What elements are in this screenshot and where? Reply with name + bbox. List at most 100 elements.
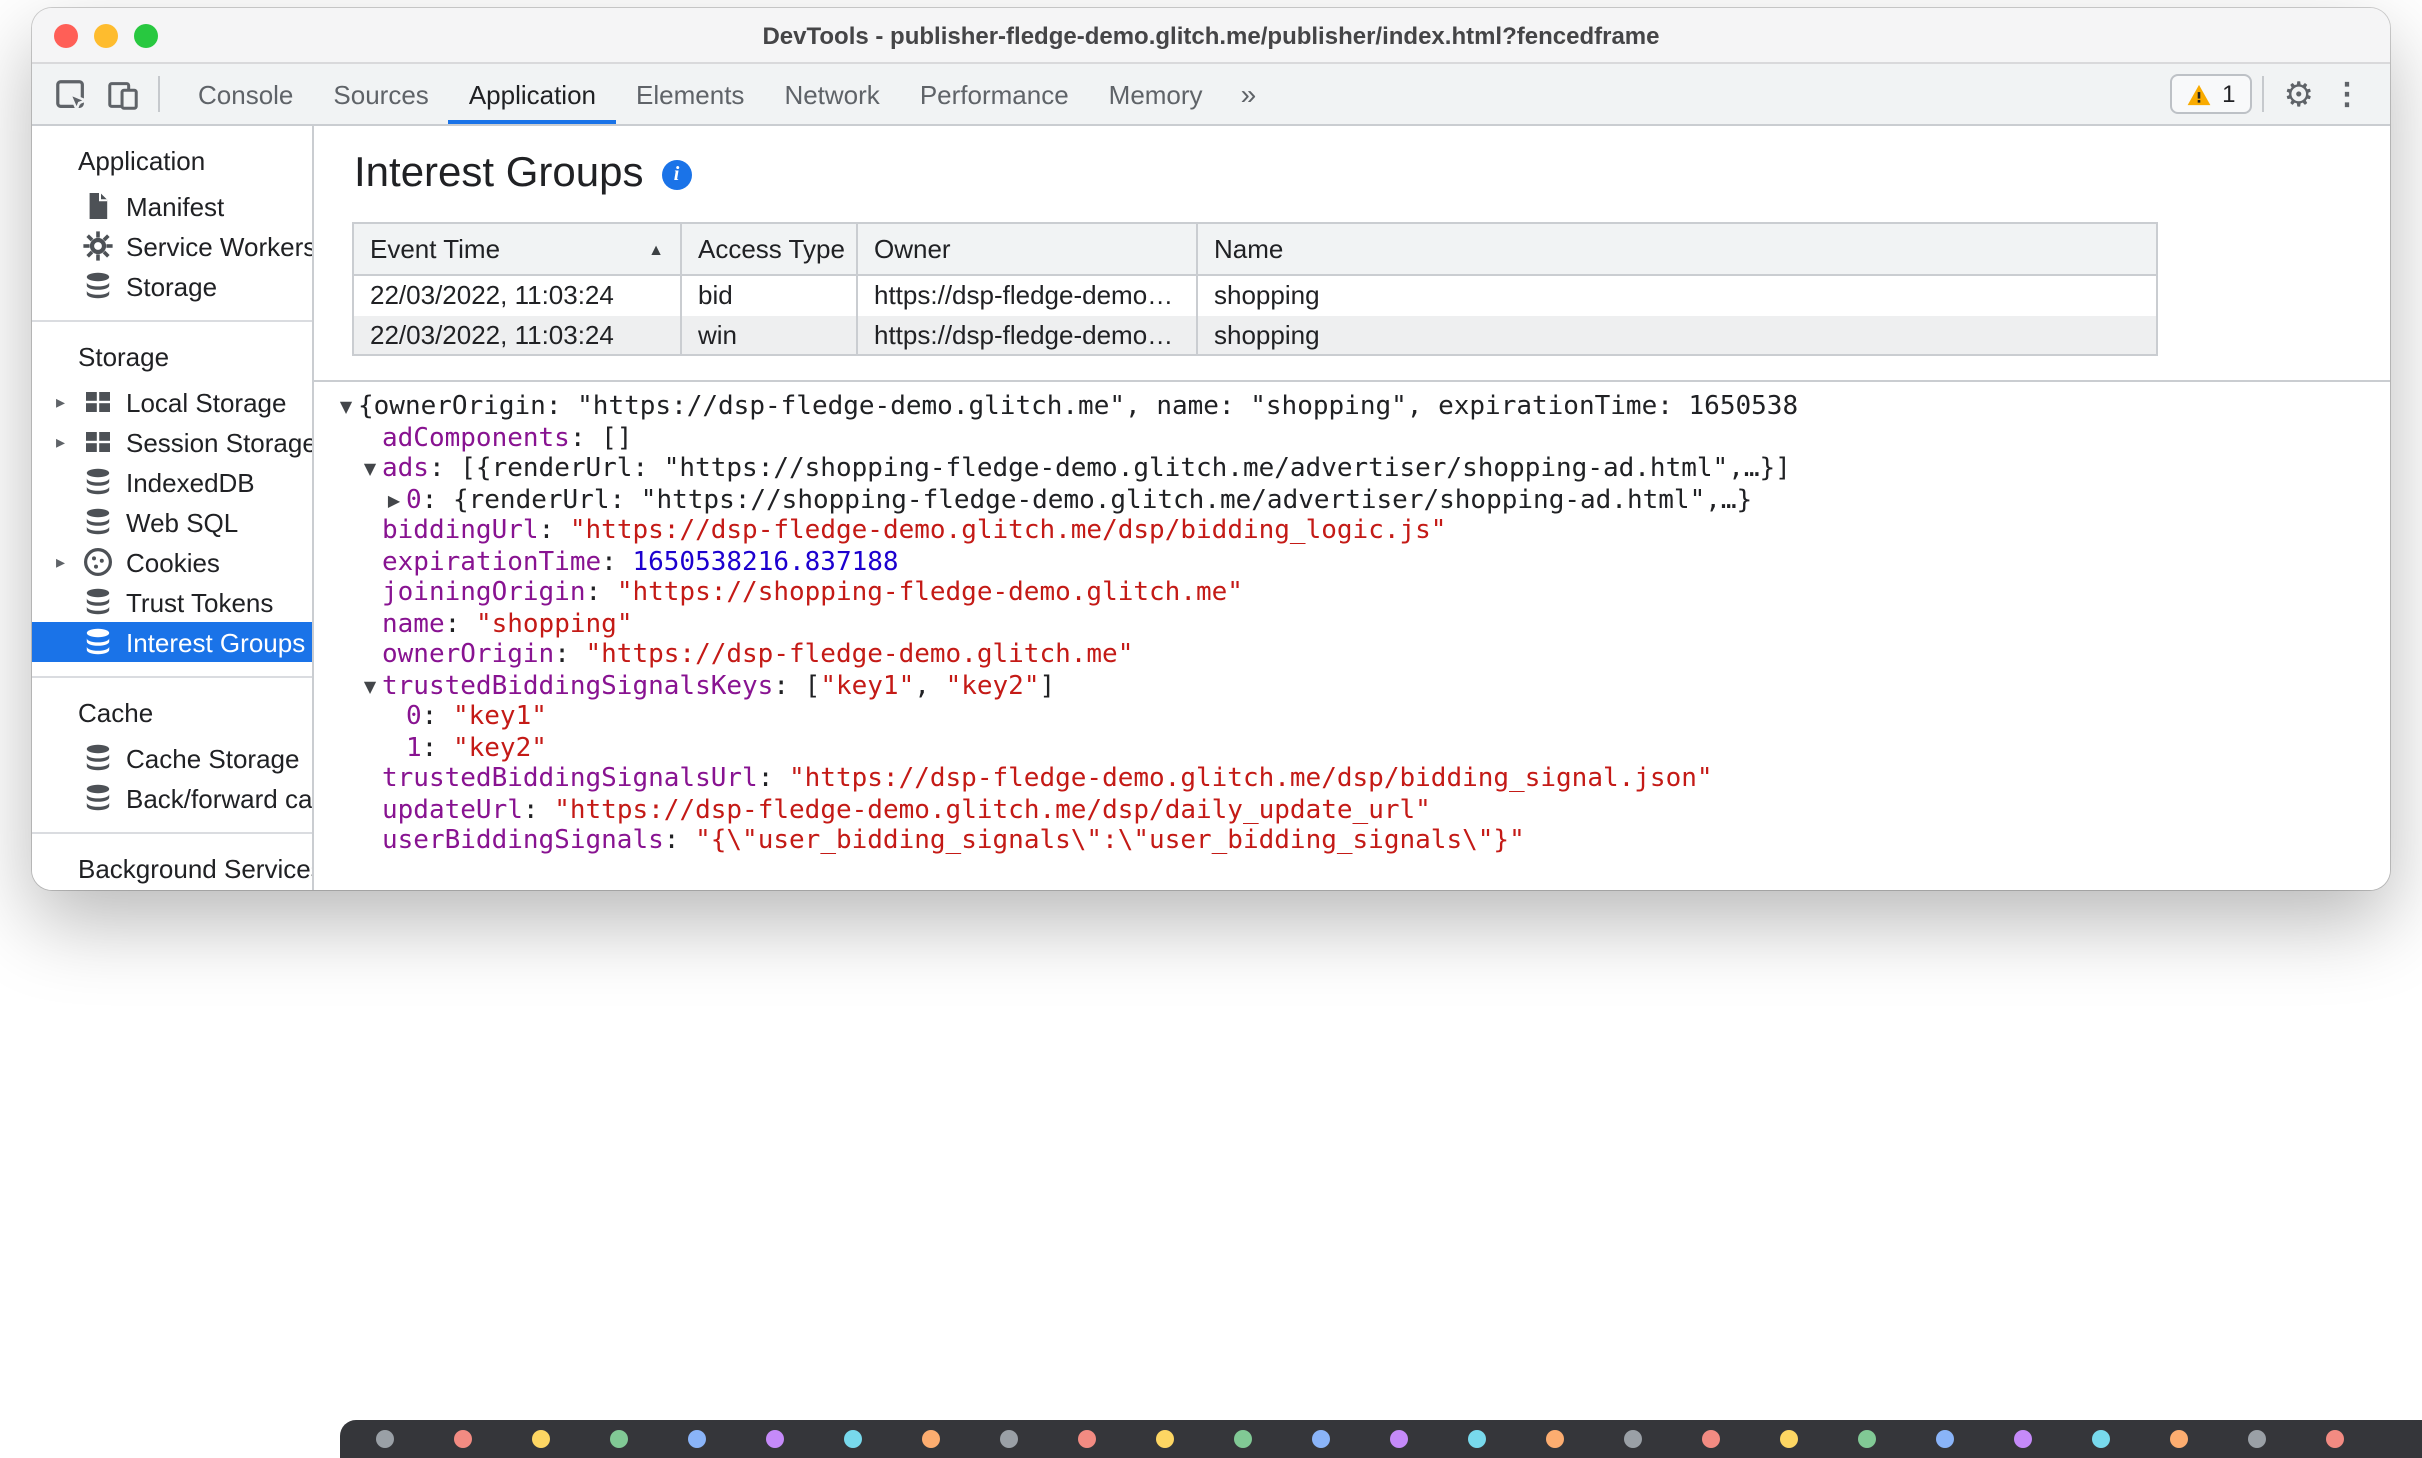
json-key: 0 (406, 485, 422, 515)
json-tree-row[interactable]: adComponents: [] (330, 423, 2390, 454)
json-tree-row[interactable]: 1: "key2" (330, 733, 2390, 764)
json-tree-row[interactable]: ownerOrigin: "https://dsp-fledge-demo.gl… (330, 640, 2390, 671)
json-tree-row[interactable]: expirationTime: 1650538216.837188 (330, 547, 2390, 578)
sidebar-item-web-sql[interactable]: Web SQL (32, 502, 312, 542)
tab-performance[interactable]: Performance (900, 64, 1089, 124)
chevron-right-icon[interactable]: ▸ (56, 431, 82, 453)
json-tree-row[interactable]: ▶ 0: {renderUrl: "https://shopping-fledge… (330, 485, 2390, 516)
sidebar-section-background-services: Background ServicesBackground Fetch (32, 832, 312, 890)
json-tree-row[interactable]: userBiddingSignals: "{\"user_bidding_sig… (330, 826, 2390, 857)
json-value-string: "key1" (820, 671, 915, 701)
minimize-window-button[interactable] (94, 23, 118, 47)
color-dot (376, 1430, 394, 1448)
info-icon[interactable]: i (661, 159, 692, 189)
tab-application[interactable]: Application (448, 64, 616, 124)
color-dot (688, 1430, 706, 1448)
device-toolbar-button[interactable] (96, 70, 148, 118)
table-cell[interactable]: 22/03/2022, 11:03:24 (353, 315, 682, 355)
more-tabs-button[interactable]: » (1223, 78, 1275, 110)
json-tree-row[interactable]: ▼ {ownerOrigin: "https://dsp-fledge-demo.… (330, 392, 2390, 423)
table-cell[interactable]: bid (681, 275, 858, 315)
table-cell[interactable]: https://dsp-fledge-demo.gl… (857, 275, 1198, 315)
sidebar-item-service-workers[interactable]: Service Workers (32, 226, 312, 266)
gear-icon (82, 230, 114, 262)
sidebar-item-back-forward-cach[interactable]: Back/forward cach (32, 778, 312, 818)
json-tree-row[interactable]: trustedBiddingSignalsUrl: "https://dsp-f… (330, 764, 2390, 795)
sidebar-item-trust-tokens[interactable]: Trust Tokens (32, 582, 312, 622)
toolbar-divider (158, 76, 160, 112)
settings-gear-icon[interactable]: ⚙ (2274, 77, 2325, 111)
expand-closed-icon[interactable]: ▶ (382, 485, 406, 516)
table-cell[interactable]: https://dsp-fledge-demo.gl… (857, 315, 1198, 355)
json-tree-row[interactable]: 0: "key1" (330, 702, 2390, 733)
json-tree-row[interactable]: ▼ trustedBiddingSignalsKeys: ["key1", "ke… (330, 671, 2390, 702)
grid-icon (82, 426, 114, 458)
column-header-owner[interactable]: Owner (857, 223, 1198, 276)
sidebar-item-storage[interactable]: Storage (32, 266, 312, 306)
column-header-name[interactable]: Name (1197, 223, 2158, 276)
json-tree-row[interactable]: updateUrl: "https://dsp-fledge-demo.glit… (330, 795, 2390, 826)
json-tree-row[interactable]: joiningOrigin: "https://shopping-fledge-… (330, 578, 2390, 609)
device-toolbar-icon (105, 77, 139, 111)
table-cell[interactable]: shopping (1197, 275, 2158, 315)
json-text: : [ (773, 671, 821, 701)
application-sidebar: Application Manifest Service Workers Storag… (32, 126, 314, 890)
tab-console[interactable]: Console (178, 64, 313, 124)
table-row[interactable]: 22/03/2022, 11:03:24 win https://dsp-fledg… (353, 315, 2158, 355)
sidebar-item-cookies[interactable]: ▸ Cookies (32, 542, 312, 582)
color-dot (1390, 1430, 1408, 1448)
color-dot (2014, 1430, 2032, 1448)
devtools-tabs: Console Sources Application Elements Network… (178, 64, 1223, 124)
main-panel: Interest Groups i Event Time ▲ Access Type… (314, 126, 2390, 890)
sidebar-item-cache-storage[interactable]: Cache Storage (32, 738, 312, 778)
json-key: name (382, 609, 445, 639)
expand-open-icon[interactable]: ▼ (334, 392, 358, 423)
json-value-string: "key2" (945, 671, 1040, 701)
json-text: : [{renderUrl: "https://shopping-fledge-… (428, 454, 1791, 484)
tab-sources[interactable]: Sources (313, 64, 448, 124)
table-row[interactable]: 22/03/2022, 11:03:24 bid https://dsp-fledg… (353, 275, 2158, 315)
sidebar-item-session-storage[interactable]: ▸ Session Storage (32, 422, 312, 462)
sidebar-item-label: Session Storage (126, 427, 314, 457)
database-icon (82, 270, 114, 302)
expand-open-icon[interactable]: ▼ (358, 454, 382, 485)
close-window-button[interactable] (54, 23, 78, 47)
json-tree-row[interactable]: name: "shopping" (330, 609, 2390, 640)
database-icon (82, 782, 114, 814)
sidebar-item-indexeddb[interactable]: IndexedDB (32, 462, 312, 502)
expand-open-icon[interactable]: ▼ (358, 671, 382, 702)
json-key: ads (382, 454, 429, 484)
color-dot (1936, 1430, 1954, 1448)
column-header-event-time[interactable]: Event Time ▲ (353, 223, 682, 276)
table-header-row: Event Time ▲ Access Type Owner Name (353, 223, 2158, 276)
color-dot (454, 1430, 472, 1448)
color-dot (2170, 1430, 2188, 1448)
json-text: , (914, 671, 946, 701)
json-text: {ownerOrigin: "https://dsp-fledge-demo.g… (358, 392, 1799, 422)
sidebar-item-manifest[interactable]: Manifest (32, 186, 312, 226)
page-title: Interest Groups (354, 150, 644, 196)
table-cell[interactable]: 22/03/2022, 11:03:24 (353, 275, 682, 315)
json-text: : (421, 733, 453, 763)
sidebar-section-application: Application Manifest Service Workers Storag… (32, 126, 312, 306)
column-header-access-type[interactable]: Access Type (681, 223, 858, 276)
table-cell[interactable]: shopping (1197, 315, 2158, 355)
sidebar-item-interest-groups[interactable]: Interest Groups (32, 622, 312, 662)
grid-icon (82, 386, 114, 418)
chevron-right-icon[interactable]: ▸ (56, 391, 82, 413)
sidebar-item-local-storage[interactable]: ▸ Local Storage (32, 382, 312, 422)
kebab-menu-icon[interactable]: ⋮ (2324, 79, 2370, 109)
issues-badge[interactable]: 1 (2170, 74, 2252, 114)
json-tree-row[interactable]: biddingUrl: "https://dsp-fledge-demo.gli… (330, 516, 2390, 547)
sidebar-item-label: Cache Storage (126, 743, 300, 773)
tab-network[interactable]: Network (764, 64, 899, 124)
color-dot (2092, 1430, 2110, 1448)
inspect-element-button[interactable] (44, 70, 96, 118)
chevron-right-icon[interactable]: ▸ (56, 551, 82, 573)
tab-memory[interactable]: Memory (1089, 64, 1223, 124)
tab-elements[interactable]: Elements (616, 64, 764, 124)
table-cell[interactable]: win (681, 315, 858, 355)
zoom-window-button[interactable] (134, 23, 158, 47)
json-key: updateUrl (382, 795, 523, 825)
json-tree-row[interactable]: ▼ ads: [{renderUrl: "https://shopping-fle… (330, 454, 2390, 485)
